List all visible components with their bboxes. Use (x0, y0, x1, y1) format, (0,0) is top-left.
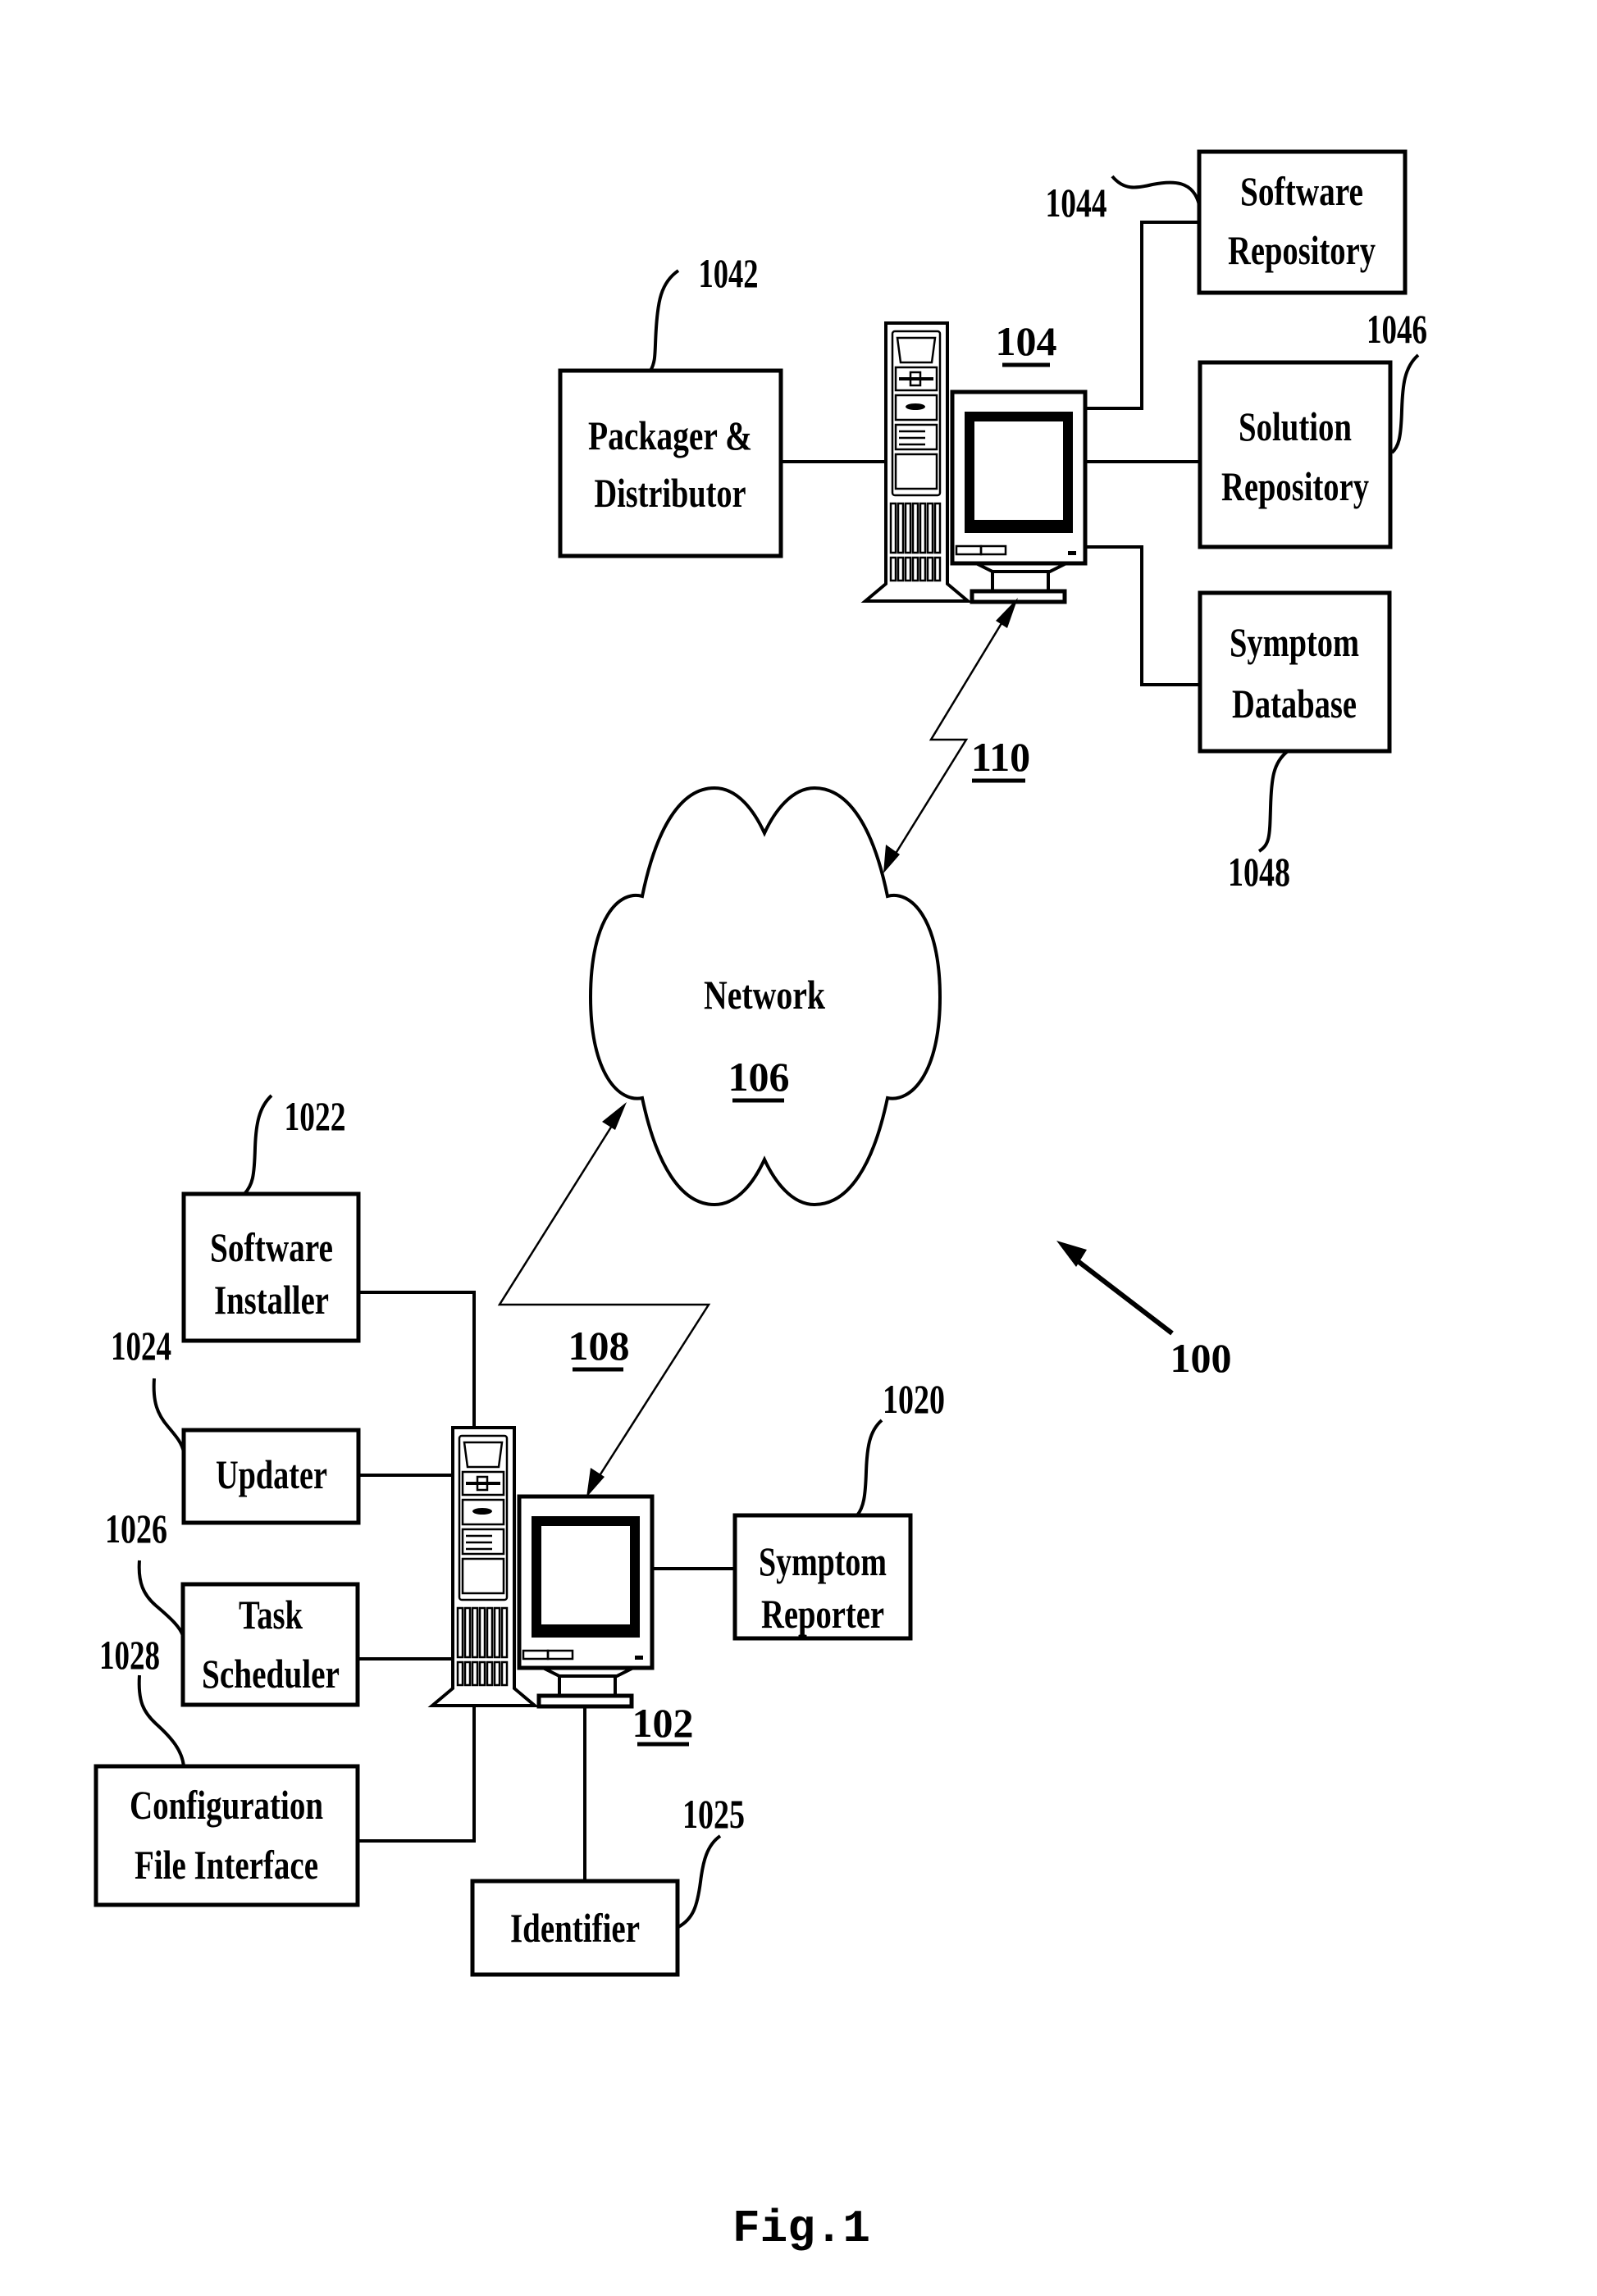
connector-configuration-file-interface (358, 1706, 476, 1843)
symptom-database-line2: Database (1232, 681, 1357, 727)
ref-1026: 1026 (105, 1506, 167, 1551)
configuration-line2: File Interface (135, 1842, 318, 1888)
ref-1046: 1046 (1367, 306, 1427, 352)
software-installer-line2: Installer (214, 1277, 329, 1323)
packager-distributor-box[interactable]: Packager & Distributor (558, 368, 783, 558)
network-label: Network (704, 972, 825, 1018)
solution-repository-line2: Repository (1221, 463, 1369, 509)
ref-1042: 1042 (699, 250, 759, 296)
symptom-database-line1: Symptom (1230, 619, 1359, 665)
packager-label-line1: Packager & (588, 412, 752, 458)
leader-1022 (243, 1094, 273, 1196)
packager-label-line2: Distributor (595, 470, 746, 516)
software-repository-line1: Software (1240, 168, 1363, 214)
leader-1020 (856, 1419, 883, 1517)
leader-1024 (152, 1378, 185, 1453)
symptom-reporter-line1: Symptom (759, 1538, 887, 1584)
server-computer (865, 323, 1085, 602)
symptom-reporter-box[interactable]: Symptom Reporter (732, 1513, 913, 1641)
ref-1020: 1020 (883, 1376, 945, 1422)
ref-1024: 1024 (111, 1323, 171, 1369)
task-scheduler-box[interactable]: Task Scheduler (180, 1582, 360, 1707)
software-installer-line1: Software (210, 1224, 333, 1270)
client-computer (432, 1428, 652, 1706)
ref-1044: 1044 (1046, 180, 1107, 226)
solution-repository-box[interactable]: Solution Repository (1198, 360, 1393, 549)
configuration-line1: Configuration (130, 1782, 323, 1828)
identifier-label: Identifier (510, 1905, 640, 1951)
system-ref-arrow (1069, 1253, 1174, 1336)
leader-1042 (649, 269, 680, 372)
ref-1022: 1022 (285, 1093, 346, 1139)
connector-software-installer (358, 1291, 476, 1428)
updater-box[interactable]: Updater (181, 1428, 361, 1525)
software-repository-line2: Repository (1228, 227, 1376, 273)
system-ref: 100 (1170, 1335, 1232, 1381)
client-ref: 102 (632, 1700, 694, 1746)
link-108 (497, 1112, 711, 1487)
configuration-file-interface-box[interactable]: Configuration File Interface (94, 1764, 360, 1907)
leader-1025 (677, 1834, 722, 1929)
connector-symptom-database (1085, 545, 1200, 686)
identifier-box[interactable]: Identifier (470, 1879, 680, 1977)
server-computer-icon (865, 323, 1085, 602)
figure-caption: Fig.1 (732, 2203, 870, 2255)
arrowhead-108-network (602, 1102, 627, 1130)
symptom-reporter-line2: Reporter (761, 1591, 884, 1637)
link-108-ref: 108 (568, 1323, 630, 1369)
leader-1048 (1257, 749, 1289, 853)
leader-1028 (137, 1674, 185, 1767)
system-diagram: 104 Packager & Distributor 1042 Software… (94, 149, 1427, 2255)
symptom-database-box[interactable]: Symptom Database (1198, 590, 1392, 754)
ref-1028: 1028 (99, 1632, 160, 1678)
network-ref: 106 (728, 1054, 790, 1100)
leader-1026 (137, 1560, 185, 1637)
leader-1044 (1111, 175, 1201, 206)
connector-software-repository (1085, 221, 1199, 410)
software-repository-box[interactable]: Software Repository (1197, 149, 1408, 295)
software-installer-box[interactable]: Software Installer (181, 1191, 361, 1343)
client-computer-icon (432, 1428, 652, 1706)
solution-repository-line1: Solution (1239, 403, 1352, 449)
leader-1046 (1390, 353, 1420, 454)
server-ref: 104 (996, 318, 1057, 364)
ref-1048: 1048 (1228, 849, 1290, 895)
link-110-ref: 110 (971, 734, 1030, 780)
ref-1025: 1025 (682, 1791, 745, 1837)
task-scheduler-line1: Task (239, 1592, 303, 1638)
updater-label: Updater (216, 1451, 327, 1497)
task-scheduler-line2: Scheduler (202, 1651, 340, 1697)
